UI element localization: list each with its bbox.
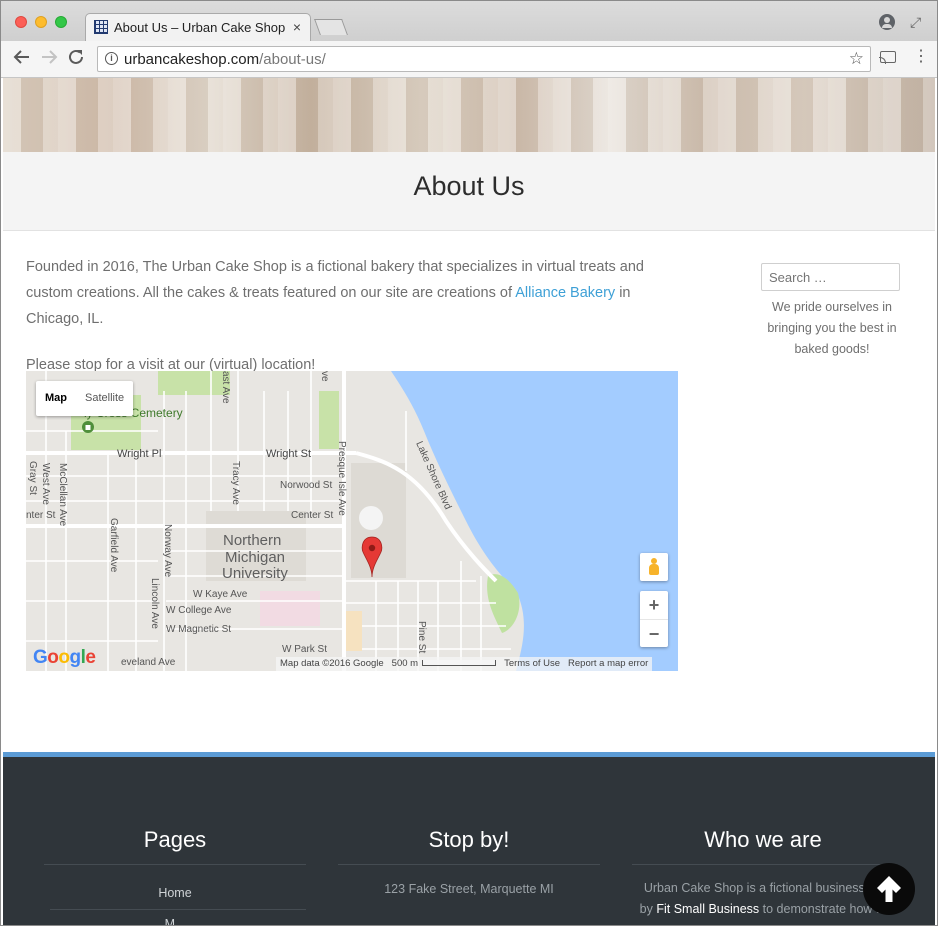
scroll-to-top-button[interactable] bbox=[863, 863, 915, 915]
browser-window: About Us – Urban Cake Shop × ⤢ i urbanca… bbox=[0, 0, 938, 926]
footer-who-line-1: Urban Cake Shop is a fictional business,… bbox=[643, 881, 883, 895]
map-label-magnetic: W Magnetic St bbox=[166, 624, 231, 635]
divider bbox=[338, 864, 600, 865]
map-label-east-ave: ast Ave bbox=[220, 371, 231, 404]
title-band: About Us bbox=[3, 152, 935, 231]
map-scale-label: 500 m bbox=[391, 658, 419, 669]
google-map[interactable]: ly Cross Cemetery Wright Pl Wright St No… bbox=[26, 371, 678, 671]
forward-arrow-icon bbox=[42, 50, 58, 64]
minimize-window-button[interactable] bbox=[35, 16, 47, 28]
fullscreen-icon[interactable]: ⤢ bbox=[910, 14, 921, 31]
map-label-nmu-3: University bbox=[222, 565, 288, 582]
info-icon[interactable]: i bbox=[105, 52, 118, 65]
map-label-kaye: W Kaye Ave bbox=[193, 589, 248, 600]
map-label-college: W College Ave bbox=[166, 605, 232, 616]
sidebar-tagline: We pride ourselves in bringing you the b… bbox=[767, 300, 897, 356]
footer-link-home[interactable]: Home bbox=[44, 886, 306, 900]
map-footer: Map data ©2016 Google 500 m Terms of Use… bbox=[276, 657, 653, 671]
maximize-window-button[interactable] bbox=[55, 16, 67, 28]
map-type-satellite-button[interactable]: Satellite bbox=[76, 381, 133, 416]
url-text[interactable]: urbancakeshop.com/about-us/ bbox=[124, 51, 326, 68]
map-label-west: West Ave bbox=[40, 463, 51, 505]
address-bar[interactable]: i urbancakeshop.com/about-us/ ☆ bbox=[97, 46, 871, 72]
page-title: About Us bbox=[413, 171, 525, 201]
browser-tab[interactable]: About Us – Urban Cake Shop × bbox=[85, 13, 311, 41]
site-footer: Pages Home M... Stop by! 123 Fake Street… bbox=[3, 757, 935, 925]
map-label-cleveland: eveland Ave bbox=[121, 657, 176, 668]
map-label-park: W Park St bbox=[282, 644, 327, 655]
map-label-tracy: Tracy Ave bbox=[230, 461, 241, 505]
footer-link-menu[interactable]: M... bbox=[44, 917, 306, 925]
bookmark-star-icon[interactable]: ☆ bbox=[849, 49, 864, 69]
footer-stop-by-title: Stop by! bbox=[428, 827, 510, 852]
tab-title: About Us – Urban Cake Shop bbox=[114, 20, 286, 35]
map-label-garfield: Garfield Ave bbox=[108, 518, 119, 573]
menu-icon[interactable]: ⋮ bbox=[913, 49, 929, 65]
alliance-bakery-link[interactable]: Alliance Bakery bbox=[515, 285, 615, 301]
zoom-control: + − bbox=[640, 591, 668, 647]
reload-icon bbox=[69, 49, 83, 64]
close-window-button[interactable] bbox=[15, 16, 27, 28]
url-path: /about-us/ bbox=[259, 51, 326, 68]
footer-who-line-2: by Fit Small Business to demonstrate how… bbox=[639, 902, 887, 916]
map-label-gray: Gray St bbox=[27, 461, 38, 495]
map-label-norwood: Norwood St bbox=[280, 480, 332, 491]
map-label-mcclellan: McClellan Ave bbox=[57, 463, 68, 527]
fit-small-business-link[interactable]: Fit Small Business bbox=[656, 902, 759, 916]
map-label-wright-pl: Wright Pl bbox=[117, 448, 161, 460]
favicon-icon bbox=[94, 20, 108, 34]
forward-button[interactable] bbox=[40, 48, 58, 70]
terms-of-use-link[interactable]: Terms of Use bbox=[500, 657, 565, 671]
map-label-nmu-2: Michigan bbox=[225, 549, 285, 566]
footer-who-text: Urban Cake Shop is a fictional business,… bbox=[632, 878, 894, 920]
zoom-out-button[interactable]: − bbox=[640, 620, 668, 648]
search-input[interactable] bbox=[761, 263, 900, 291]
map-label-lincoln: Lincoln Ave bbox=[149, 578, 160, 629]
zoom-in-button[interactable]: + bbox=[640, 591, 668, 620]
map-label-wright-st: Wright St bbox=[266, 448, 311, 460]
map-label-presque: Presque Isle Ave bbox=[336, 441, 347, 516]
map-label-ave-top: ve bbox=[319, 371, 330, 382]
divider bbox=[632, 864, 894, 865]
footer-who-title: Who we are bbox=[704, 827, 822, 852]
map-attribution: Map data ©2016 Google bbox=[276, 657, 388, 671]
web-page: About Us Founded in 2016, The Urban Cake… bbox=[3, 78, 935, 925]
map-label-norway: Norway Ave bbox=[162, 524, 173, 578]
map-canvas[interactable]: ly Cross Cemetery Wright Pl Wright St No… bbox=[26, 371, 678, 671]
map-scale[interactable]: 500 m bbox=[387, 657, 501, 671]
footer-address: 123 Fake Street, Marquette MI bbox=[384, 882, 554, 896]
scale-bar bbox=[422, 660, 497, 667]
title-bar: About Us – Urban Cake Shop × ⤢ bbox=[1, 1, 937, 41]
map-type-control: Map Satellite bbox=[36, 381, 134, 416]
map-label-center-w: nter St bbox=[26, 510, 56, 521]
divider bbox=[50, 909, 306, 910]
cemetery-icon bbox=[82, 421, 94, 433]
footer-pages-title: Pages bbox=[143, 827, 207, 852]
header-banner-image bbox=[3, 78, 935, 152]
cast-icon[interactable] bbox=[879, 51, 896, 64]
google-logo[interactable]: Google bbox=[33, 647, 96, 669]
map-label-center: Center St bbox=[291, 510, 333, 521]
browser-toolbar: i urbancakeshop.com/about-us/ ☆ ⋮ bbox=[1, 41, 937, 78]
street-view-pegman-icon[interactable] bbox=[640, 553, 668, 581]
profile-icon[interactable] bbox=[879, 14, 895, 30]
back-button[interactable] bbox=[13, 48, 31, 70]
map-label-pine: Pine St bbox=[416, 621, 427, 653]
reload-button[interactable] bbox=[67, 48, 85, 70]
arrow-up-icon bbox=[877, 876, 901, 902]
divider bbox=[44, 864, 306, 865]
url-host: urbancakeshop.com bbox=[124, 51, 260, 68]
map-type-map-button[interactable]: Map bbox=[36, 381, 76, 416]
back-arrow-icon bbox=[13, 50, 29, 64]
new-tab-button[interactable] bbox=[314, 19, 348, 35]
map-label-nmu-1: Northern bbox=[223, 532, 281, 549]
tab-close-icon[interactable]: × bbox=[293, 19, 301, 35]
report-map-error-link[interactable]: Report a map error bbox=[564, 657, 653, 671]
intro-paragraph: Founded in 2016, The Urban Cake Shop is … bbox=[26, 254, 686, 332]
